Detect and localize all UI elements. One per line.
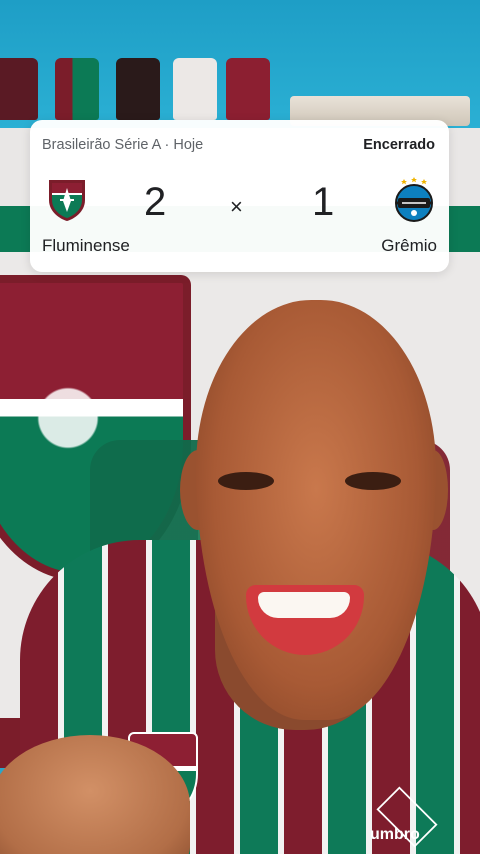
home-score: 2 [144,180,167,224]
match-score-card[interactable]: Brasileirão Série A · Hoje Encerrado 2 ×… [30,120,449,272]
souvenir-cup [55,58,99,120]
gremio-crest-icon [395,177,433,222]
souvenir-cup [173,58,217,120]
souvenir-cup [226,58,270,120]
competition-label: Brasileirão Série A · Hoje [42,137,204,153]
jersey-brand-text: umbro [370,826,420,843]
souvenir-cup [116,58,160,120]
person-eye [345,472,401,490]
video-frame: umbro Brasileirão Série A · Hoje Encerra… [0,0,480,854]
away-team-name: Grêmio [381,236,437,255]
match-status: Encerrado [363,137,435,153]
person-teeth [258,592,350,618]
score-card-header: Brasileirão Série A · Hoje Encerrado [42,137,435,153]
person-eye [218,472,274,490]
fluminense-crest-icon [49,180,85,221]
home-team-name: Fluminense [42,236,130,255]
souvenir-cup [0,58,38,120]
score-separator: × [230,194,243,219]
away-score: 1 [312,180,335,224]
